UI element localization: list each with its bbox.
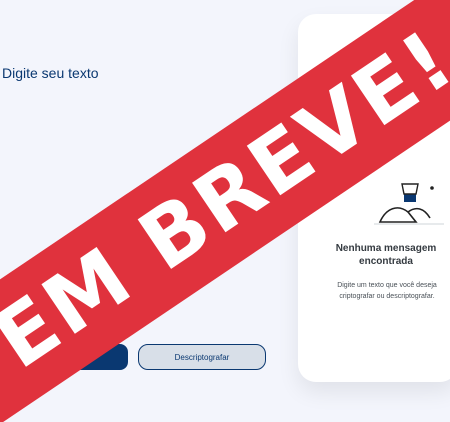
decrypt-button[interactable]: Descriptografar [138,344,266,370]
empty-state-description: Digite um texto que você deseja criptogr… [337,282,437,300]
empty-state-title: Nenhuma mensagem encontrada [335,243,437,267]
person-searching-illustration [374,183,444,225]
